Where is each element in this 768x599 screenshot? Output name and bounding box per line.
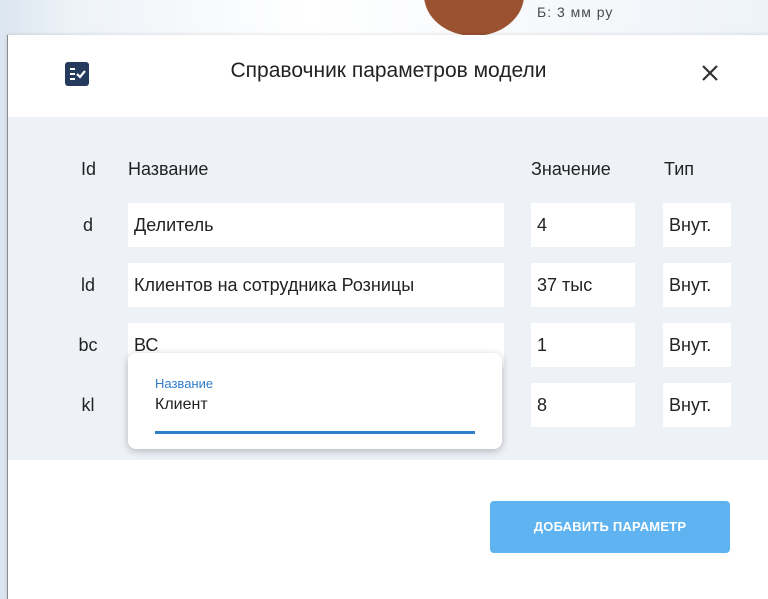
row-name-field[interactable]: Делитель bbox=[128, 203, 504, 247]
background-avatar bbox=[424, 0, 524, 36]
row-name-field[interactable]: Клиентов на сотрудника Розницы bbox=[128, 263, 504, 307]
name-input-underline bbox=[155, 431, 475, 434]
background-text: Б: 3 мм ру bbox=[537, 4, 614, 20]
row-type-field[interactable]: Внут. bbox=[663, 383, 731, 427]
row-type-field[interactable]: Внут. bbox=[663, 203, 731, 247]
row-type-field[interactable]: Внут. bbox=[663, 323, 731, 367]
name-field-label: Название bbox=[155, 376, 214, 391]
add-parameter-button[interactable]: ДОБАВИТЬ ПАРАМЕТР bbox=[490, 501, 730, 553]
row-value-field[interactable]: 1 bbox=[531, 323, 635, 367]
row-id: kl bbox=[81, 395, 95, 415]
row-type-field[interactable]: Внут. bbox=[663, 263, 731, 307]
header-value: Значение bbox=[531, 159, 611, 179]
row-value-field[interactable]: 37 тыс bbox=[531, 263, 635, 307]
parameters-dialog: Справочник параметров модели Id Название… bbox=[7, 35, 768, 599]
row-id: d bbox=[82, 215, 93, 235]
close-icon[interactable] bbox=[697, 60, 723, 86]
name-edit-popup[interactable]: Название Клиент bbox=[128, 353, 502, 449]
name-input[interactable]: Клиент bbox=[155, 396, 208, 414]
row-id: ld bbox=[80, 275, 95, 295]
header-id: Id bbox=[81, 159, 97, 179]
header-type: Тип bbox=[664, 159, 695, 179]
row-value-field[interactable]: 8 bbox=[531, 383, 635, 427]
header-name: Название bbox=[128, 159, 209, 179]
row-id: bc bbox=[78, 335, 98, 355]
row-value-field[interactable]: 4 bbox=[531, 203, 635, 247]
dialog-title: Справочник параметров модели bbox=[230, 59, 547, 82]
dialog-header: Справочник параметров модели bbox=[8, 35, 768, 117]
